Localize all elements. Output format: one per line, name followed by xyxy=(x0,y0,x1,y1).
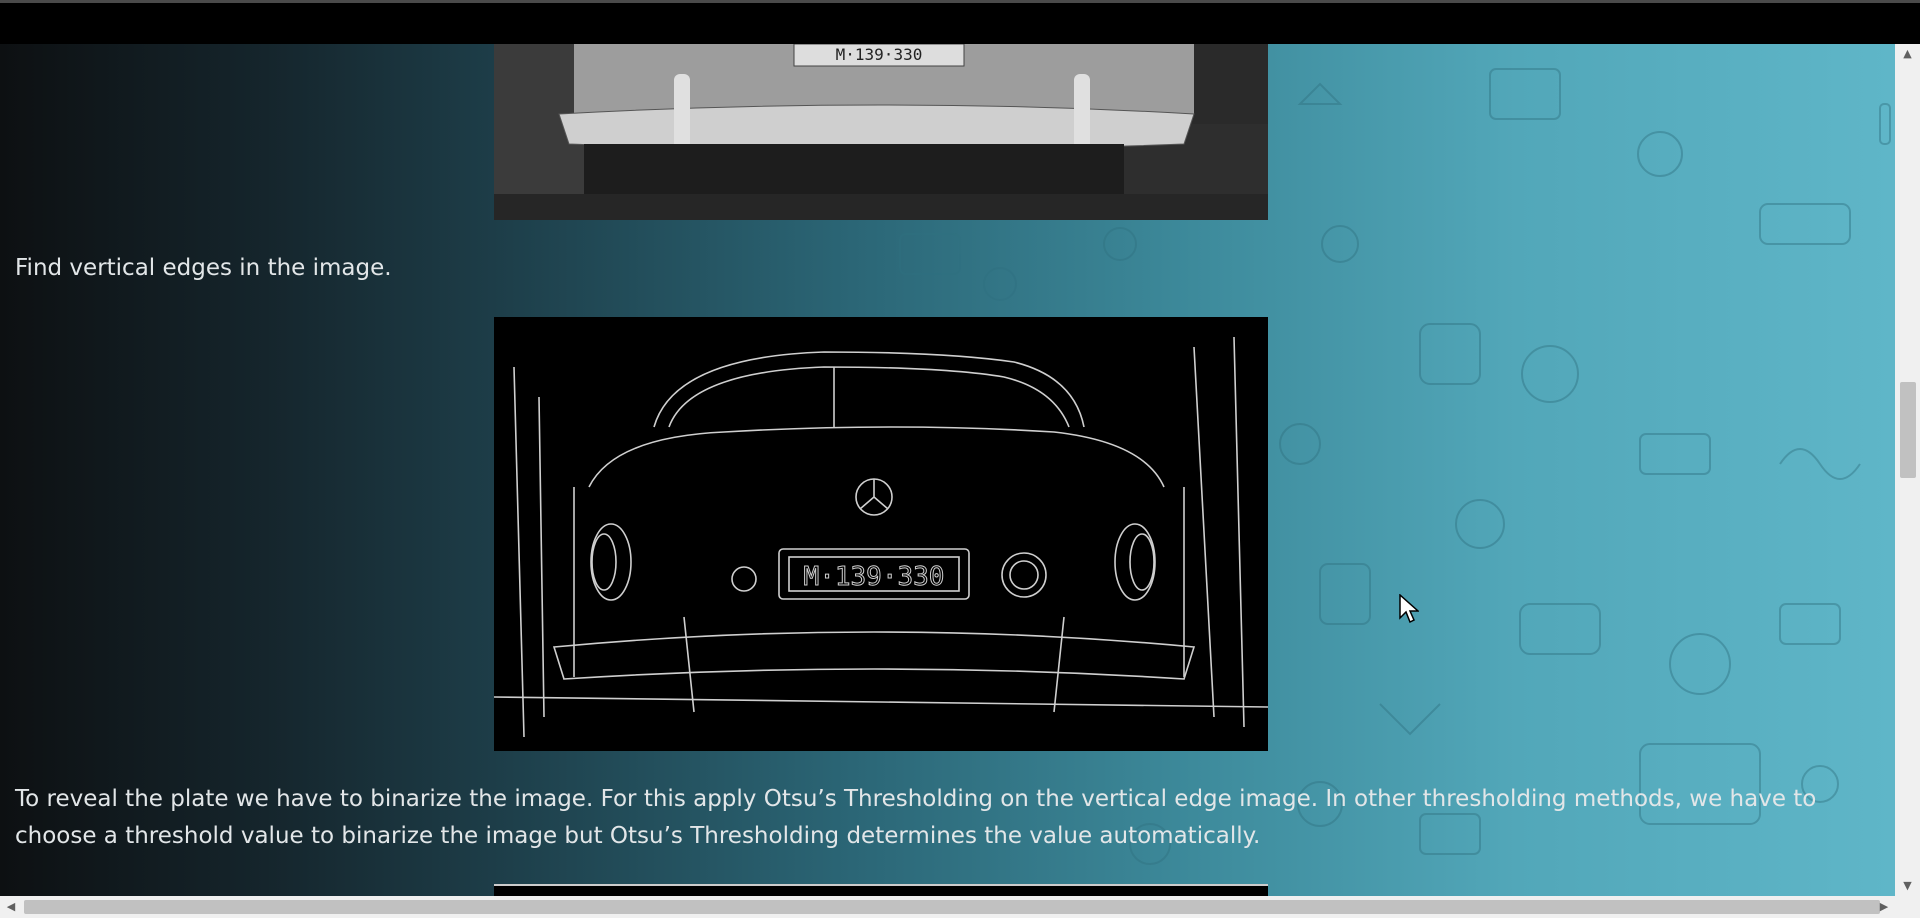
caption-vertical-edges: Find vertical edges in the image. xyxy=(15,255,392,281)
grayscale-car-image: M·139·330 xyxy=(494,44,1268,220)
page-content: M·139·330 Find vertical edges in the ima… xyxy=(0,44,1895,896)
car-rear-grayscale-drawing: M·139·330 xyxy=(494,44,1268,220)
scroll-up-arrow-icon[interactable]: ▲ xyxy=(1895,44,1920,64)
scroll-down-arrow-icon[interactable]: ▼ xyxy=(1895,876,1920,896)
vertical-edges-image: M·139·330 xyxy=(494,317,1268,751)
browser-top-bar xyxy=(0,0,1920,44)
scroll-right-arrow-icon[interactable]: ▶ xyxy=(1873,896,1895,918)
vertical-scrollbar[interactable]: ▲ ▼ xyxy=(1895,44,1920,896)
arrow-cursor-icon xyxy=(1399,594,1419,624)
svg-text:M·139·330: M·139·330 xyxy=(804,562,945,592)
svg-text:M·139·330: M·139·330 xyxy=(836,45,923,64)
next-image-partial xyxy=(494,884,1268,896)
horizontal-scrollbar[interactable]: ◀ ▶ xyxy=(0,896,1920,918)
scroll-left-arrow-icon[interactable]: ◀ xyxy=(0,896,22,918)
car-edge-detection-drawing: M·139·330 xyxy=(494,317,1268,751)
paragraph-binarize: To reveal the plate we have to binarize … xyxy=(15,786,1817,849)
vertical-scroll-thumb[interactable] xyxy=(1900,382,1916,478)
horizontal-scroll-thumb[interactable] xyxy=(24,900,1880,914)
